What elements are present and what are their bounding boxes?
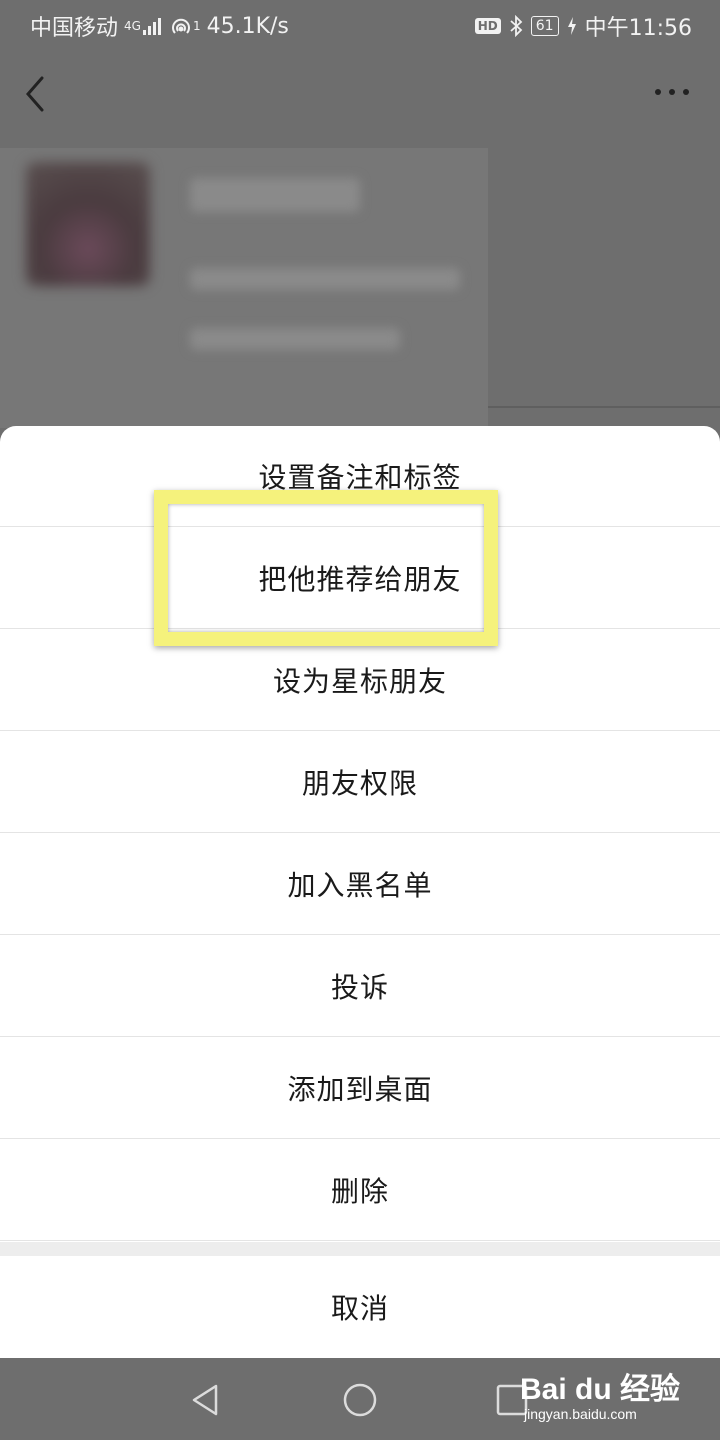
menu-item-report[interactable]: 投诉 <box>0 936 720 1037</box>
circle-home-icon <box>343 1383 377 1417</box>
cancel-button[interactable]: 取消 <box>0 1256 720 1357</box>
sheet-separator <box>0 1242 720 1256</box>
more-button[interactable] <box>652 82 692 102</box>
hotspot-icon: 1 <box>169 15 201 37</box>
watermark-url: jingyan.baidu.com <box>524 1406 637 1422</box>
menu-item-label: 投诉 <box>330 971 389 1004</box>
menu-item-label: 设置备注和标签 <box>258 461 462 494</box>
menu-item-set-remark[interactable]: 设置备注和标签 <box>0 426 720 527</box>
network-badge: 4G <box>124 19 141 33</box>
menu-item-label: 删除 <box>330 1175 389 1208</box>
blurred-detail <box>190 328 400 350</box>
cancel-label: 取消 <box>330 1291 389 1325</box>
profile-header <box>0 148 720 428</box>
profile-card <box>0 148 488 428</box>
menu-item-label: 设为星标朋友 <box>272 665 447 698</box>
status-left: 中国移动 4G 1 45.1K/s <box>30 10 289 42</box>
menu-item-label: 添加到桌面 <box>287 1073 433 1106</box>
charging-icon <box>567 16 577 36</box>
menu-item-block[interactable]: 加入黑名单 <box>0 834 720 935</box>
back-button[interactable] <box>16 72 56 116</box>
bluetooth-icon <box>509 15 523 37</box>
blurred-name <box>190 178 360 212</box>
blurred-detail <box>190 268 460 290</box>
divider <box>488 406 720 408</box>
more-horizontal-icon <box>655 89 689 95</box>
menu-item-label: 把他推荐给朋友 <box>258 563 462 596</box>
carrier-label: 中国移动 <box>30 16 119 41</box>
signal-icon: 4G <box>124 16 163 36</box>
triangle-back-icon <box>192 1384 218 1416</box>
hotspot-count: 1 <box>192 19 201 33</box>
top-nav-bar <box>0 50 720 138</box>
avatar <box>26 162 150 286</box>
status-right: HD 61 中午11:56 <box>474 10 692 42</box>
menu-item-delete[interactable]: 删除 <box>0 1140 720 1241</box>
menu-item-label: 朋友权限 <box>301 767 418 800</box>
menu-item-star-friend[interactable]: 设为星标朋友 <box>0 630 720 731</box>
clock: 中午11:56 <box>584 16 692 41</box>
battery-indicator: 61 <box>530 16 559 36</box>
menu-item-add-to-desktop[interactable]: 添加到桌面 <box>0 1038 720 1139</box>
chevron-left-icon <box>26 76 44 112</box>
network-speed: 45.1K/s <box>206 13 289 39</box>
baidu-jingyan-watermark: Bai du 经验 jingyan.baidu.com <box>520 1362 680 1426</box>
hd-badge: HD <box>474 18 501 34</box>
action-sheet: 设置备注和标签 把他推荐给朋友 设为星标朋友 朋友权限 加入黑名单 投诉 添加到… <box>0 426 720 1358</box>
status-bar: 中国移动 4G 1 45.1K/s HD 61 中午11:56 <box>0 0 720 50</box>
menu-item-label: 加入黑名单 <box>287 869 433 902</box>
nav-home-button[interactable] <box>340 1380 380 1420</box>
nav-back-button[interactable] <box>186 1380 226 1420</box>
watermark-brand: Bai du 经验 <box>520 1373 681 1406</box>
menu-item-recommend-to-friend[interactable]: 把他推荐给朋友 <box>0 528 720 629</box>
menu-item-friend-permissions[interactable]: 朋友权限 <box>0 732 720 833</box>
